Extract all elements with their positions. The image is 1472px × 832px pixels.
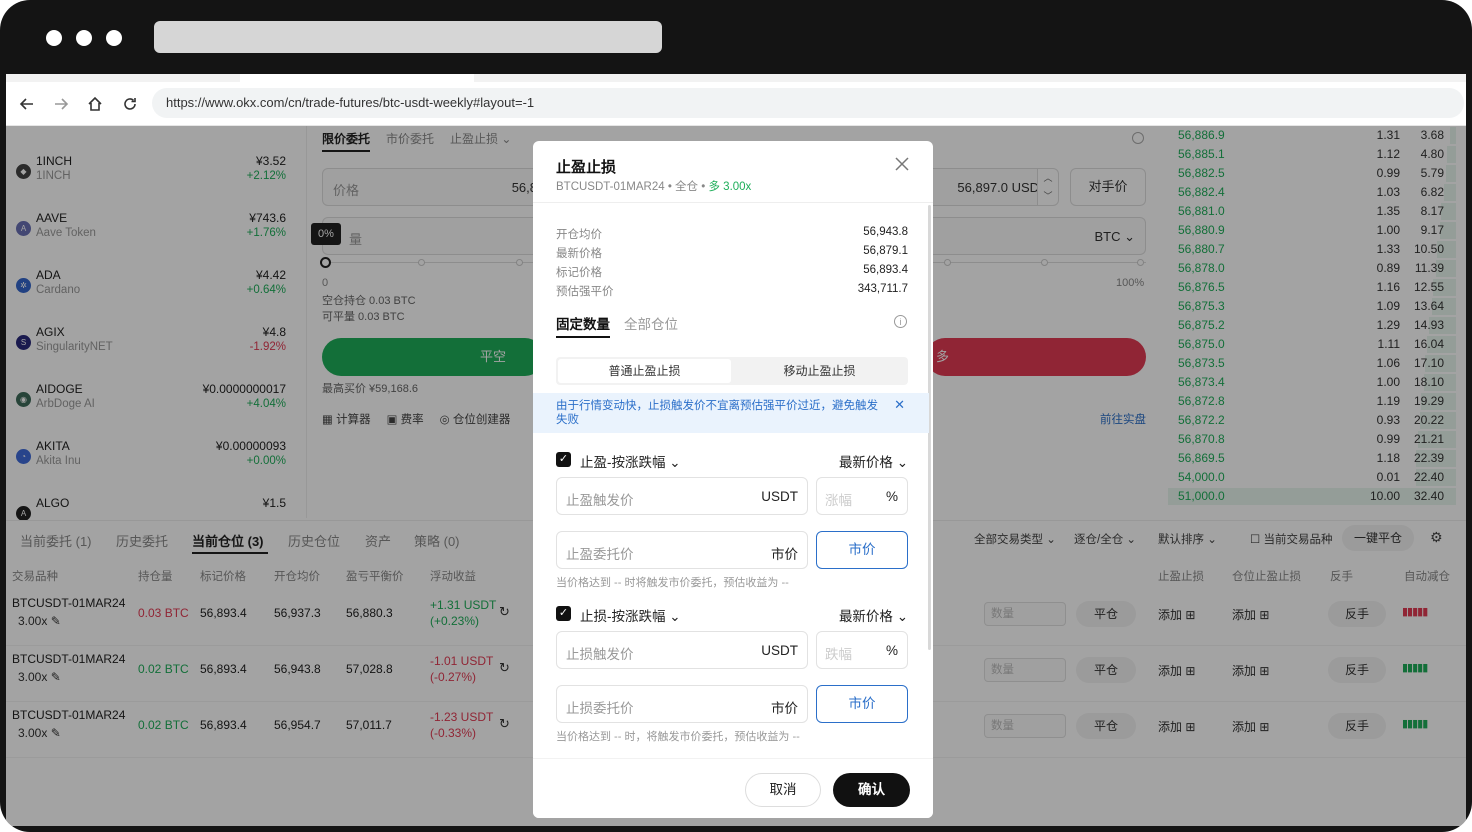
info-label: 最新价格 (556, 248, 602, 260)
tp-trigger-input[interactable]: 止盈触发价 USDT (556, 477, 808, 515)
subtitle-contract: BTCUSDT-01MAR24 • 全仓 • (556, 181, 709, 193)
cancel-button[interactable]: 取消 (745, 773, 821, 807)
window-dot[interactable] (46, 30, 62, 46)
forward-icon[interactable] (48, 91, 74, 117)
tp-mode-label: 止盈-按涨跌幅 (580, 455, 666, 470)
device-frame: https://www.okx.com/cn/trade-futures/btc… (0, 0, 1472, 832)
sl-order-unit: 市价 (771, 701, 798, 716)
info-label: 预估强平价 (556, 286, 614, 298)
window-controls (46, 30, 122, 46)
info-last-price: 最新价格 56,879.1 (556, 243, 908, 261)
sl-trigger-placeholder: 止损触发价 (566, 647, 634, 662)
seg-trailing-tpsl[interactable]: 移动止盈止损 (733, 359, 906, 383)
tp-order-placeholder: 止盈委托价 (566, 547, 634, 562)
tp-percent-placeholder: 涨幅 (825, 493, 852, 508)
sl-percent-placeholder: 跌幅 (825, 647, 852, 662)
sl-market-button[interactable]: 市价 (816, 685, 908, 723)
sl-trigger-unit: USDT (761, 643, 798, 658)
seg-normal-tpsl[interactable]: 普通止盈止损 (558, 359, 731, 383)
divider (533, 202, 933, 203)
risk-notice-text: 由于行情变动快，止损触发价不宜离预估强平价过近，避免触发失败 (556, 400, 878, 426)
window-dot[interactable] (76, 30, 92, 46)
sl-checkbox[interactable]: ✓ (556, 606, 571, 621)
tp-mode-select[interactable]: 止盈-按涨跌幅 ⌄ (580, 451, 681, 471)
tab-indicator (556, 336, 610, 338)
sl-hint: 当价格达到 -- 时，将触发市价委托，预估收益为 -- (556, 731, 800, 743)
dialog-subtitle: BTCUSDT-01MAR24 • 全仓 • 多 3.00x (556, 178, 751, 194)
info-label: 标记价格 (556, 267, 602, 279)
tp-percent-unit: % (885, 489, 898, 504)
tp-checkbox[interactable]: ✓ (556, 452, 571, 467)
sl-mode-label: 止损-按涨跌幅 (580, 609, 666, 624)
tp-hint: 当价格达到 -- 时将触发市价委托，预估收益为 -- (556, 577, 789, 589)
close-icon[interactable] (893, 155, 911, 173)
sl-price-type-select[interactable]: 最新价格 ⌄ (839, 605, 908, 625)
tp-order-unit: 市价 (771, 547, 798, 562)
info-mark-price: 标记价格 56,893.4 (556, 262, 908, 280)
risk-notice: 由于行情变动快，止损触发价不宜离预估强平价过近，避免触发失败 ✕ (533, 393, 929, 433)
browser-toolbar: https://www.okx.com/cn/trade-futures/btc… (6, 82, 1466, 126)
tp-market-button[interactable]: 市价 (816, 531, 908, 569)
tab-entire-position[interactable]: 全部仓位 (624, 313, 678, 333)
tp-price-type-label: 最新价格 (838, 455, 893, 470)
tab-fixed-amount[interactable]: 固定数量 (556, 313, 610, 333)
tp-price-type-select[interactable]: 最新价格 ⌄ (839, 451, 908, 471)
sl-price-type-label: 最新价格 (838, 609, 893, 624)
info-avg-open: 开仓均价 56,943.8 (556, 224, 908, 242)
tp-trigger-unit: USDT (761, 489, 798, 504)
info-value: 56,879.1 (863, 245, 908, 257)
reload-icon[interactable] (117, 91, 143, 117)
tpsl-dialog: 止盈止损 BTCUSDT-01MAR24 • 全仓 • 多 3.00x 开仓均价… (533, 141, 933, 818)
info-value: 56,893.4 (863, 264, 908, 276)
page-viewport: ◆ 1INCH 1INCH ¥3.52 +2.12% A AAVE Aave Token ¥74… (6, 126, 1466, 826)
confirm-button[interactable]: 确认 (833, 773, 910, 807)
dialog-footer: 取消 确认 (533, 758, 933, 818)
info-liquidation-price: 预估强平价 343,711.7 (556, 281, 908, 299)
tp-percent-input[interactable]: 涨幅 % (816, 477, 908, 515)
tp-order-price-input[interactable]: 止盈委托价 市价 (556, 531, 808, 569)
info-label: 开仓均价 (556, 229, 602, 241)
address-bar[interactable]: https://www.okx.com/cn/trade-futures/btc… (152, 88, 1464, 118)
sl-percent-unit: % (885, 643, 898, 658)
sl-order-placeholder: 止损委托价 (566, 701, 634, 716)
sl-percent-input[interactable]: 跌幅 % (816, 631, 908, 669)
tp-trigger-placeholder: 止盈触发价 (566, 493, 634, 508)
back-icon[interactable] (14, 91, 40, 117)
sl-mode-select[interactable]: 止损-按涨跌幅 ⌄ (580, 605, 681, 625)
home-icon[interactable] (82, 91, 108, 117)
dialog-title: 止盈止损 (556, 159, 617, 176)
window-dot[interactable] (106, 30, 122, 46)
info-value: 56,943.8 (863, 226, 908, 238)
sl-trigger-input[interactable]: 止损触发价 USDT (556, 631, 808, 669)
info-value: 343,711.7 (857, 283, 908, 295)
close-notice-icon[interactable]: ✕ (894, 397, 905, 413)
sl-order-price-input[interactable]: 止损委托价 市价 (556, 685, 808, 723)
tab-strip (6, 74, 1466, 82)
tpsl-mode-switch: 普通止盈止损 移动止盈止损 (556, 357, 908, 385)
subtitle-side: 多 3.00x (708, 181, 752, 193)
browser-tab-placeholder[interactable] (154, 21, 662, 53)
info-icon[interactable]: i (894, 315, 907, 328)
